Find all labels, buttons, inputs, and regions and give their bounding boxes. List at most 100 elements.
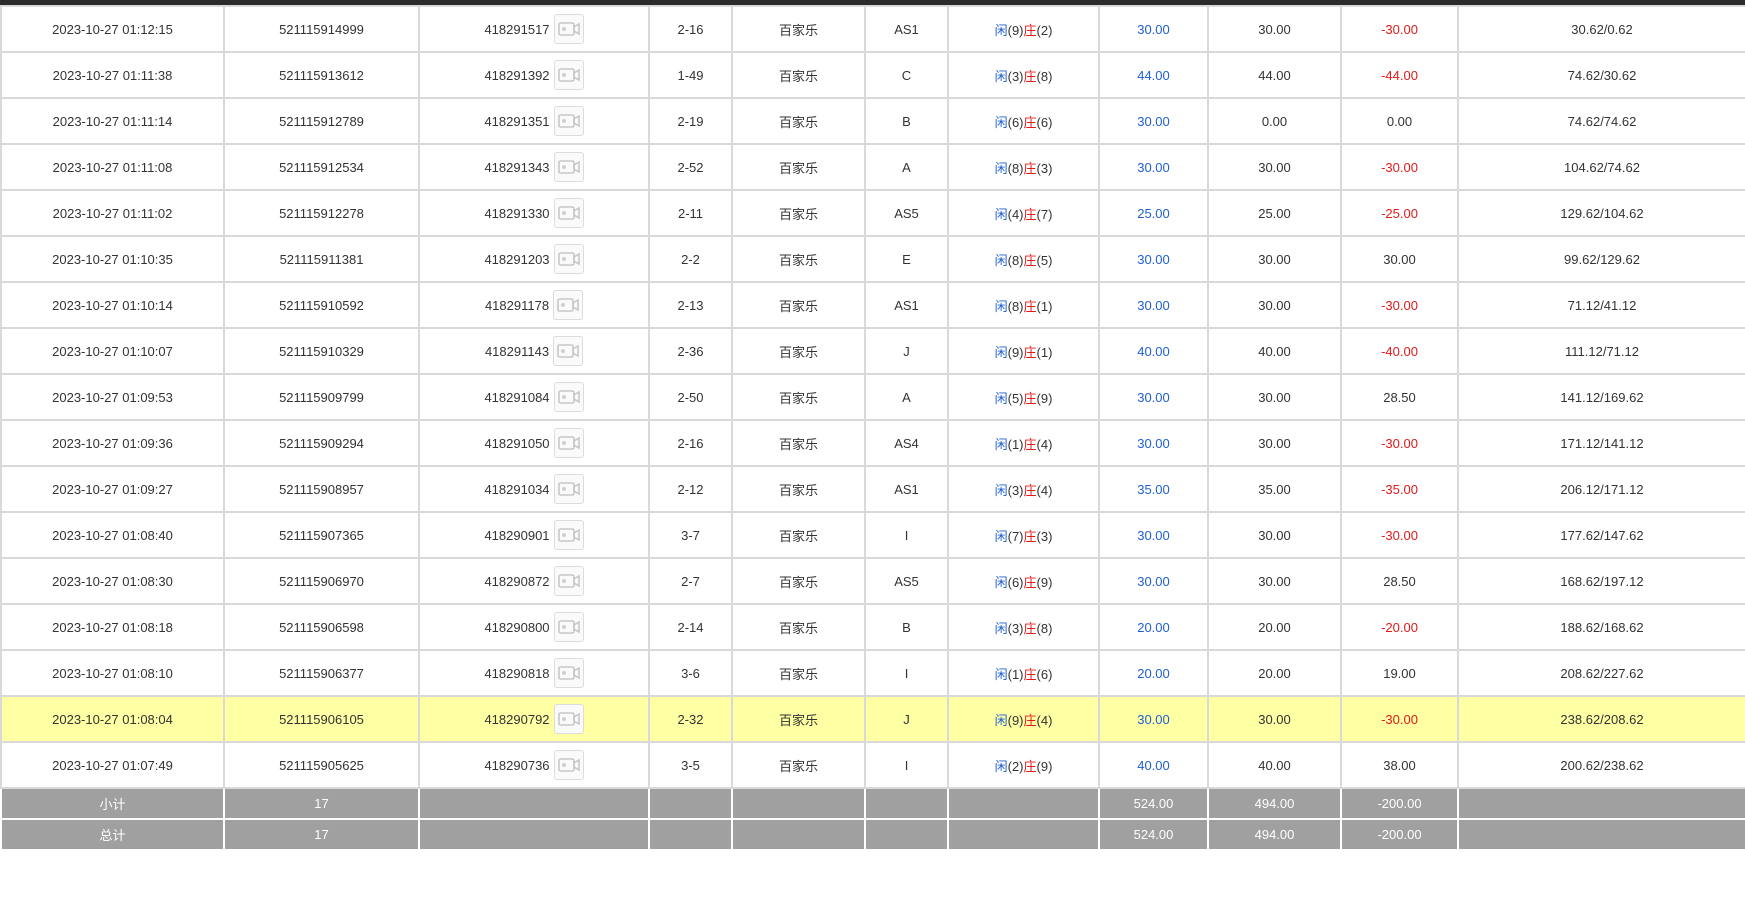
banker-label: 庄	[1023, 666, 1037, 682]
total-row: 总计 17 524.00 494.00 -200.00	[0, 818, 1745, 851]
table-row[interactable]: 2023-10-27 01:08:04 521115906105 418290792…	[0, 695, 1745, 743]
video-record-icon[interactable]	[553, 566, 584, 596]
table-name-cell: E	[864, 235, 949, 283]
player-label: 闲	[994, 206, 1008, 222]
game-type-cell: 百家乐	[731, 281, 866, 329]
player-score: (1)	[1007, 436, 1024, 452]
table-name-cell: AS1	[864, 465, 949, 513]
table-row[interactable]: 2023-10-27 01:10:07 521115910329 418291143…	[0, 327, 1745, 375]
table-name-cell: I	[864, 511, 949, 559]
table-row[interactable]: 2023-10-27 01:09:36 521115909294 418291050…	[0, 419, 1745, 467]
table-row[interactable]: 2023-10-27 01:10:14 521115910592 418291178…	[0, 281, 1745, 329]
table-row[interactable]: 2023-10-27 01:08:40 521115907365 418290901…	[0, 511, 1745, 559]
player-score: (9)	[1007, 712, 1024, 728]
banker-label: 庄	[1023, 114, 1037, 130]
bet-amount-cell: 40.00	[1098, 327, 1209, 375]
win-loss-cell: -44.00	[1340, 51, 1459, 99]
video-record-icon[interactable]	[553, 290, 584, 320]
summary-empty	[731, 818, 866, 851]
round-cell: 1-49	[648, 51, 733, 99]
bet-time-cell: 2023-10-27 01:08:40	[0, 511, 225, 559]
table-row[interactable]: 2023-10-27 01:07:49 521115905625 418290736…	[0, 741, 1745, 789]
table-name-cell: I	[864, 649, 949, 697]
result-detail-cell: 闲(1)庄(4)	[947, 419, 1100, 467]
game-id-cell: 418290800	[418, 603, 650, 651]
round-cell: 2-16	[648, 419, 733, 467]
banker-score: (9)	[1036, 390, 1053, 406]
valid-bet-cell: 30.00	[1207, 235, 1342, 283]
table-row[interactable]: 2023-10-27 01:09:53 521115909799 418291084…	[0, 373, 1745, 421]
table-row[interactable]: 2023-10-27 01:08:30 521115906970 418290872…	[0, 557, 1745, 605]
table-row[interactable]: 2023-10-27 01:11:38 521115913612 418291392…	[0, 51, 1745, 99]
win-loss-cell: 28.50	[1340, 557, 1459, 605]
table-row[interactable]: 2023-10-27 01:11:02 521115912278 418291330…	[0, 189, 1745, 237]
game-type-cell: 百家乐	[731, 649, 866, 697]
game-id-text: 418290792	[484, 711, 550, 727]
order-number-cell: 521115905625	[223, 741, 420, 789]
round-cell: 3-6	[648, 649, 733, 697]
table-name-cell: AS5	[864, 557, 949, 605]
video-record-icon[interactable]	[553, 704, 584, 734]
order-number-cell: 521115907365	[223, 511, 420, 559]
banker-score: (4)	[1036, 712, 1053, 728]
summary-valid-total: 494.00	[1207, 818, 1342, 851]
valid-bet-cell: 30.00	[1207, 557, 1342, 605]
valid-bet-cell: 35.00	[1207, 465, 1342, 513]
video-record-icon[interactable]	[553, 336, 584, 366]
video-record-icon[interactable]	[553, 474, 584, 504]
player-score: (6)	[1007, 114, 1024, 130]
valid-bet-cell: 30.00	[1207, 5, 1342, 53]
game-type-cell: 百家乐	[731, 51, 866, 99]
game-type-cell: 百家乐	[731, 741, 866, 789]
valid-bet-cell: 30.00	[1207, 695, 1342, 743]
video-record-icon[interactable]	[553, 60, 584, 90]
banker-score: (1)	[1036, 344, 1053, 360]
video-record-icon[interactable]	[553, 106, 584, 136]
game-id-text: 418291203	[484, 251, 550, 267]
player-score: (1)	[1007, 666, 1024, 682]
video-record-icon[interactable]	[553, 750, 584, 780]
banker-score: (7)	[1036, 206, 1053, 222]
player-score: (4)	[1007, 206, 1024, 222]
table-row[interactable]: 2023-10-27 01:11:14 521115912789 418291351…	[0, 97, 1745, 145]
bet-time-cell: 2023-10-27 01:09:53	[0, 373, 225, 421]
video-record-icon[interactable]	[553, 382, 584, 412]
video-record-icon[interactable]	[553, 152, 584, 182]
table-row[interactable]: 2023-10-27 01:12:15 521115914999 418291517…	[0, 5, 1745, 53]
table-row[interactable]: 2023-10-27 01:10:35 521115911381 418291203…	[0, 235, 1745, 283]
player-score: (2)	[1007, 758, 1024, 774]
player-label: 闲	[994, 712, 1008, 728]
balance-change-cell: 177.62/147.62	[1457, 511, 1745, 559]
table-row[interactable]: 2023-10-27 01:08:10 521115906377 418290818…	[0, 649, 1745, 697]
game-id-cell: 418291203	[418, 235, 650, 283]
video-record-icon[interactable]	[553, 428, 584, 458]
bet-time-cell: 2023-10-27 01:09:36	[0, 419, 225, 467]
video-record-icon[interactable]	[553, 612, 584, 642]
table-row[interactable]: 2023-10-27 01:09:27 521115908957 418291034…	[0, 465, 1745, 513]
game-type-cell: 百家乐	[731, 695, 866, 743]
video-record-icon[interactable]	[553, 14, 584, 44]
valid-bet-cell: 30.00	[1207, 419, 1342, 467]
bet-amount-cell: 20.00	[1098, 603, 1209, 651]
video-record-icon[interactable]	[553, 198, 584, 228]
table-row[interactable]: 2023-10-27 01:08:18 521115906598 418290800…	[0, 603, 1745, 651]
order-number-cell: 521115909294	[223, 419, 420, 467]
valid-bet-cell: 20.00	[1207, 649, 1342, 697]
table-row[interactable]: 2023-10-27 01:11:08 521115912534 418291343…	[0, 143, 1745, 191]
game-type-cell: 百家乐	[731, 511, 866, 559]
bet-time-cell: 2023-10-27 01:12:15	[0, 5, 225, 53]
result-detail-cell: 闲(4)庄(7)	[947, 189, 1100, 237]
video-record-icon[interactable]	[553, 520, 584, 550]
player-score: (9)	[1007, 22, 1024, 38]
round-cell: 2-14	[648, 603, 733, 651]
player-score: (6)	[1007, 574, 1024, 590]
table-name-cell: A	[864, 373, 949, 421]
valid-bet-cell: 44.00	[1207, 51, 1342, 99]
order-number-cell: 521115912789	[223, 97, 420, 145]
video-record-icon[interactable]	[553, 244, 584, 274]
video-record-icon[interactable]	[553, 658, 584, 688]
balance-change-cell: 168.62/197.12	[1457, 557, 1745, 605]
bet-amount-cell: 30.00	[1098, 235, 1209, 283]
summary-bet-total: 524.00	[1098, 787, 1209, 820]
summary-empty	[731, 787, 866, 820]
